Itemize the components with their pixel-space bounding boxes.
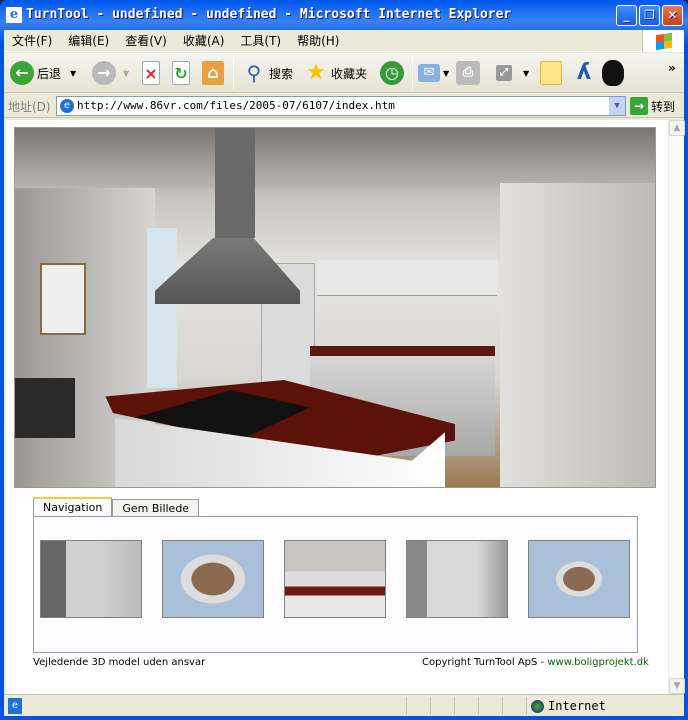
print-button[interactable]: ⎙: [456, 58, 480, 88]
close-button[interactable]: ✕: [662, 5, 683, 26]
range-hood-chimney: [215, 128, 255, 238]
ie-icon: e: [6, 7, 22, 23]
edit-button[interactable]: ⤢ ▼: [496, 58, 529, 88]
address-input[interactable]: e http://www.86vr.com/files/2005-07/6107/…: [56, 96, 626, 116]
favorites-button[interactable]: ★ 收藏夹: [304, 58, 367, 88]
search-label: 搜索: [269, 66, 294, 81]
disclaimer-text: Vejledende 3D model uden ansvar: [33, 657, 206, 668]
boligprojekt-link[interactable]: www.boligprojekt.dk: [547, 657, 648, 668]
window-title: TurnTool - undefined - undefined - Micro…: [26, 7, 512, 22]
swallow-icon: ʎ: [576, 60, 592, 85]
menu-edit[interactable]: 编辑(E): [60, 30, 117, 52]
toolbar-overflow[interactable]: »: [668, 53, 676, 83]
go-label: 转到: [651, 99, 676, 114]
address-url: http://www.86vr.com/files/2005-07/6107/i…: [77, 99, 395, 112]
address-label: 地址(D): [8, 100, 51, 114]
chevron-down-icon[interactable]: ▼: [70, 69, 76, 78]
scroll-down-button[interactable]: ▼: [669, 678, 685, 694]
tab-strip: Navigation Gem Billede: [33, 497, 200, 516]
thumbnail-hallway[interactable]: [40, 540, 142, 618]
go-arrow-icon: →: [630, 97, 648, 115]
page-icon: e: [60, 99, 74, 113]
windows-logo-icon: [642, 30, 684, 52]
menu-bar: 文件(F) 编辑(E) 查看(V) 收藏(A) 工具(T) 帮助(H): [4, 30, 684, 52]
mail-icon: ✉: [418, 64, 440, 82]
printer-icon: ⎙: [456, 61, 480, 85]
zone-label: Internet: [548, 699, 606, 713]
navigation-panel: [33, 516, 638, 653]
forward-arrow-icon: →: [92, 61, 116, 85]
vertical-scrollbar[interactable]: ▲ ▼: [668, 120, 685, 694]
favorites-label: 收藏夹: [331, 66, 368, 81]
copyright-text: Copyright TurnTool ApS -: [422, 657, 548, 668]
note-icon: [540, 61, 562, 85]
poster: [40, 263, 86, 335]
back-label: 后退: [37, 66, 62, 81]
page-status-icon: e: [8, 698, 22, 714]
sofa: [15, 378, 75, 438]
forward-button[interactable]: → ▼: [92, 58, 129, 88]
tab-gem-billede[interactable]: Gem Billede: [112, 499, 200, 516]
title-bar: e TurnTool - undefined - undefined - Mic…: [0, 0, 688, 30]
thumbnail-floorplan-top[interactable]: [528, 540, 630, 618]
star-icon: ★: [306, 60, 326, 85]
wall-cabinets: [317, 260, 497, 296]
counter-top: [310, 346, 495, 356]
maximize-button[interactable]: ❐: [639, 5, 660, 26]
refresh-icon: ↻: [172, 61, 190, 85]
go-button[interactable]: → 转到: [630, 97, 675, 115]
menu-tools[interactable]: 工具(T): [232, 30, 289, 52]
3d-kitchen-viewer[interactable]: [14, 127, 656, 488]
search-icon: ⚲: [246, 61, 262, 85]
status-bar: e Internet: [4, 694, 684, 716]
address-bar: 地址(D) e http://www.86vr.com/files/2005-07…: [4, 94, 684, 118]
qq-button[interactable]: [602, 58, 624, 88]
notes-button[interactable]: [540, 58, 562, 88]
menu-favorites[interactable]: 收藏(A): [175, 30, 233, 52]
edit-icon: ⤢: [496, 65, 512, 81]
search-button[interactable]: ⚲ 搜索: [242, 58, 293, 88]
messenger-button[interactable]: ʎ: [572, 58, 596, 88]
mail-button[interactable]: ✉ ▼: [418, 58, 449, 88]
minimize-button[interactable]: _: [616, 5, 637, 26]
page-content: Navigation Gem Billede Vejledende 3D mod…: [6, 120, 685, 694]
back-button[interactable]: ← 后退 ▼: [10, 58, 76, 88]
globe-icon: [531, 699, 544, 713]
menu-file[interactable]: 文件(F): [4, 30, 60, 52]
menu-help[interactable]: 帮助(H): [289, 30, 347, 52]
toolbar: ← 后退 ▼ → ▼ × ↻ ⌂ ⚲ 搜索 ★ 收藏夹 ◷ ✉ ▼ ⎙ ⤢ ▼ ʎ »: [4, 53, 684, 93]
history-button[interactable]: ◷: [380, 58, 404, 88]
scroll-up-button[interactable]: ▲: [669, 120, 685, 136]
menu-view[interactable]: 查看(V): [117, 30, 175, 52]
thumbnail-kitchen[interactable]: [284, 540, 386, 618]
back-arrow-icon: ←: [10, 61, 34, 85]
home-button[interactable]: ⌂: [202, 58, 224, 88]
stop-button[interactable]: ×: [142, 58, 160, 88]
stop-icon: ×: [142, 61, 160, 85]
thumbnail-floorplan-3d[interactable]: [162, 540, 264, 618]
penguin-icon: [602, 60, 624, 86]
tab-navigation[interactable]: Navigation: [33, 497, 113, 516]
home-icon: ⌂: [202, 61, 224, 85]
address-dropdown[interactable]: ▼: [609, 97, 625, 115]
browser-window: e TurnTool - undefined - undefined - Mic…: [0, 0, 688, 720]
history-icon: ◷: [380, 61, 404, 85]
refresh-button[interactable]: ↻: [172, 58, 190, 88]
thumbnail-living-room[interactable]: [406, 540, 508, 618]
